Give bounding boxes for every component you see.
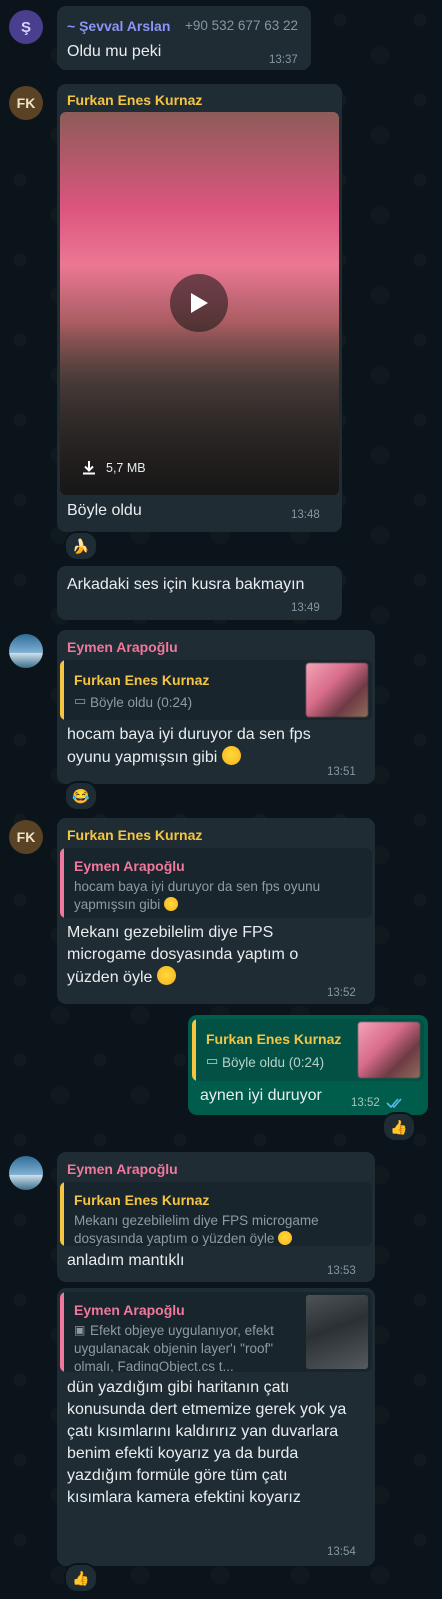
- sender-name[interactable]: Furkan Enes Kurnaz: [67, 827, 202, 843]
- avatar-furkan[interactable]: FK: [9, 820, 43, 854]
- quoted-message[interactable]: Eymen Arapoğlu ▣ Efekt objeye uygulanıyo…: [60, 1292, 372, 1372]
- tears-of-joy-emoji: [278, 1231, 293, 1245]
- message-time: 13:52: [327, 987, 356, 999]
- quote-sender: Furkan Enes Kurnaz: [206, 1031, 342, 1047]
- video-size: 5,7 MB: [106, 461, 146, 475]
- message-text: anladım mantıklı: [67, 1252, 185, 1269]
- message-time: 13:51: [327, 766, 356, 778]
- avatar-eymen[interactable]: [9, 1156, 43, 1190]
- video-camera-icon: ▭: [74, 693, 87, 708]
- sender-name[interactable]: Furkan Enes Kurnaz: [67, 92, 202, 108]
- message-text: hocam baya iyi duruyor da sen fps oyunu …: [67, 726, 311, 766]
- quoted-message[interactable]: Furkan Enes Kurnaz ▭ Böyle oldu (0:24): [192, 1019, 424, 1081]
- quote-bar: [60, 1182, 64, 1246]
- download-button[interactable]: 5,7 MB: [80, 459, 146, 477]
- play-icon[interactable]: [170, 274, 228, 332]
- quote-bar: [60, 848, 64, 918]
- download-icon: [83, 461, 95, 475]
- message-time: 13:54: [327, 1546, 356, 1558]
- message-text: aynen iyi duruyor: [200, 1087, 322, 1104]
- sender-phone: +90 532 677 63 22: [185, 18, 298, 33]
- reaction-badge[interactable]: 👍: [64, 1563, 98, 1593]
- message-time: 13:49: [291, 602, 320, 614]
- message-text: Oldu mu peki: [67, 43, 162, 60]
- tears-of-joy-emoji: [164, 897, 179, 911]
- sender-name[interactable]: ~ Şevval Arslan: [67, 18, 170, 34]
- quote-text: hocam baya iyi duruyor da sen fps oyunu …: [74, 879, 321, 912]
- outgoing-reply-bubble[interactable]: Furkan Enes Kurnaz ▭ Böyle oldu (0:24) a…: [188, 1015, 428, 1115]
- tears-of-joy-emoji: [221, 746, 241, 765]
- reply-message-bubble[interactable]: Eymen Arapoğlu Furkan Enes Kurnaz Mekanı…: [57, 1152, 375, 1282]
- video-caption: Böyle oldu: [67, 502, 142, 519]
- quote-bar: [60, 660, 64, 720]
- reply-message-bubble[interactable]: Eymen Arapoğlu Furkan Enes Kurnaz ▭ Böyl…: [57, 630, 375, 784]
- reply-message-bubble[interactable]: Eymen Arapoğlu ▣ Efekt objeye uygulanıyo…: [57, 1288, 375, 1566]
- sender-name[interactable]: Eymen Arapoğlu: [67, 639, 178, 655]
- quote-thumbnail: [306, 663, 368, 717]
- avatar-sevval[interactable]: Ş: [9, 10, 43, 44]
- quoted-message[interactable]: Furkan Enes Kurnaz ▭ Böyle oldu (0:24): [60, 660, 372, 720]
- message-bubble[interactable]: Arkadaki ses için kusra bakmayın 13:49: [57, 566, 342, 620]
- video-thumbnail[interactable]: 5,7 MB: [60, 112, 339, 495]
- quote-bar: [60, 1292, 64, 1372]
- quote-text: Böyle oldu (0:24): [90, 695, 193, 710]
- message-text: Mekanı gezebilelim diye FPS microgame do…: [67, 924, 299, 986]
- read-ticks-icon: [386, 1098, 402, 1109]
- quoted-message[interactable]: Eymen Arapoğlu hocam baya iyi duruyor da…: [60, 848, 372, 918]
- quote-sender: Eymen Arapoğlu: [74, 1302, 185, 1318]
- message-time: 13:48: [291, 509, 320, 521]
- tears-of-joy-emoji: [156, 966, 176, 985]
- video-camera-icon: ▭: [206, 1053, 219, 1068]
- avatar-furkan[interactable]: FK: [9, 86, 43, 120]
- message-time: 13:37: [269, 54, 298, 66]
- sender-name[interactable]: Eymen Arapoğlu: [67, 1161, 178, 1177]
- quote-text: Efekt objeye uygulanıyor, efekt uygulana…: [74, 1323, 274, 1372]
- quote-sender: Furkan Enes Kurnaz: [74, 1192, 210, 1208]
- quote-thumbnail: [306, 1295, 368, 1369]
- quote-thumbnail: [358, 1022, 420, 1078]
- avatar-eymen[interactable]: [9, 634, 43, 668]
- reaction-badge[interactable]: 😂: [64, 781, 98, 811]
- message-time: 13:53: [327, 1265, 356, 1277]
- quote-text: Böyle oldu (0:24): [222, 1055, 325, 1070]
- reply-message-bubble[interactable]: Furkan Enes Kurnaz Eymen Arapoğlu hocam …: [57, 818, 375, 1004]
- message-bubble[interactable]: ~ Şevval Arslan +90 532 677 63 22 Oldu m…: [57, 6, 311, 70]
- reaction-badge[interactable]: 🍌: [64, 531, 98, 561]
- message-text: dün yazdığım gibi haritanın çatı konusun…: [67, 1379, 347, 1506]
- quoted-message[interactable]: Furkan Enes Kurnaz Mekanı gezebilelim di…: [60, 1182, 372, 1246]
- video-message-bubble[interactable]: Furkan Enes Kurnaz 5,7 MB Böyle oldu 13:…: [57, 84, 342, 532]
- quote-text: Mekanı gezebilelim diye FPS microgame do…: [74, 1213, 319, 1246]
- reaction-badge[interactable]: 👍: [382, 1112, 416, 1142]
- quote-bar: [192, 1019, 196, 1081]
- quote-sender: Eymen Arapoğlu: [74, 858, 185, 874]
- quote-sender: Furkan Enes Kurnaz: [74, 672, 210, 688]
- message-text: Arkadaki ses için kusra bakmayın: [67, 576, 305, 593]
- message-time: 13:52: [351, 1097, 380, 1109]
